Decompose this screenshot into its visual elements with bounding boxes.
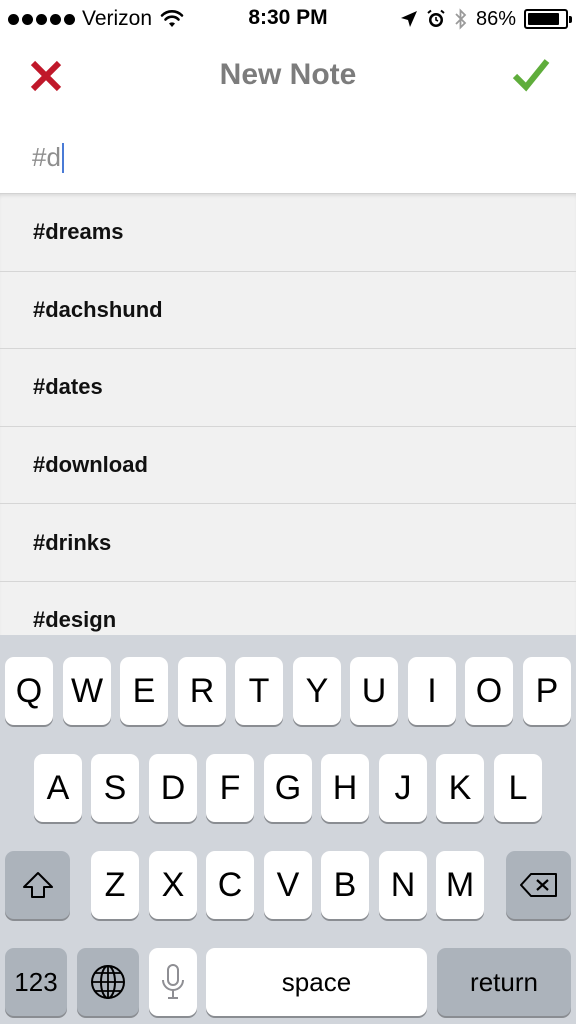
backspace-icon <box>519 873 557 897</box>
key-j[interactable]: J <box>379 754 427 822</box>
shift-icon <box>22 872 53 898</box>
return-key[interactable]: return <box>437 948 571 1016</box>
status-bar: Verizon 8:30 PM 86% <box>0 0 576 38</box>
key-y[interactable]: Y <box>293 657 341 725</box>
note-input-row[interactable]: #d <box>0 130 576 192</box>
page-title: New Note <box>219 58 357 91</box>
key-d[interactable]: D <box>149 754 197 822</box>
battery-percent: 86% <box>475 7 516 30</box>
suggestion-item[interactable]: #drinks <box>0 504 576 582</box>
key-q[interactable]: Q <box>5 657 53 725</box>
globe-key[interactable] <box>77 948 139 1016</box>
tag-suggestion-list: #dreams #dachshund #dates #download #dri… <box>0 193 576 635</box>
key-u[interactable]: U <box>350 657 398 725</box>
key-b[interactable]: B <box>321 851 369 919</box>
shift-key[interactable] <box>5 851 70 919</box>
key-o[interactable]: O <box>465 657 513 725</box>
microphone-icon <box>162 964 184 999</box>
key-g[interactable]: G <box>264 754 312 822</box>
location-arrow-icon <box>400 11 417 27</box>
numbers-key[interactable]: 123 <box>5 948 67 1016</box>
note-input[interactable]: #d <box>32 142 64 173</box>
status-right: 86% <box>400 6 572 32</box>
key-a[interactable]: A <box>34 754 82 822</box>
key-z[interactable]: Z <box>91 851 139 919</box>
suggestion-item[interactable]: #dreams <box>0 194 576 272</box>
key-x[interactable]: X <box>149 851 197 919</box>
battery-fill <box>528 13 559 25</box>
key-n[interactable]: N <box>379 851 427 919</box>
dictation-key[interactable] <box>149 948 197 1016</box>
key-t[interactable]: T <box>235 657 283 725</box>
delete-key[interactable] <box>506 851 571 919</box>
suggestion-item[interactable]: #dachshund <box>0 272 576 350</box>
key-w[interactable]: W <box>63 657 111 725</box>
keyboard: Q W E R T Y U I O P A S D F G H J K L Z … <box>0 635 576 1024</box>
space-key[interactable]: space <box>206 948 427 1016</box>
checkmark-icon[interactable] <box>512 56 550 94</box>
alarm-clock-icon <box>427 9 445 27</box>
note-input-text: #d <box>32 142 61 172</box>
suggestion-item[interactable]: #dates <box>0 349 576 427</box>
bluetooth-icon <box>455 8 467 30</box>
suggestion-item[interactable]: #download <box>0 427 576 505</box>
key-l[interactable]: L <box>494 754 542 822</box>
nav-bar: New Note <box>0 38 576 118</box>
key-f[interactable]: F <box>206 754 254 822</box>
key-k[interactable]: K <box>436 754 484 822</box>
key-s[interactable]: S <box>91 754 139 822</box>
key-m[interactable]: M <box>436 851 484 919</box>
key-c[interactable]: C <box>206 851 254 919</box>
key-i[interactable]: I <box>408 657 456 725</box>
suggestion-item[interactable]: #design <box>0 582 576 635</box>
key-p[interactable]: P <box>523 657 571 725</box>
globe-icon <box>91 965 125 999</box>
key-r[interactable]: R <box>178 657 226 725</box>
battery-icon <box>524 9 572 29</box>
key-v[interactable]: V <box>264 851 312 919</box>
key-e[interactable]: E <box>120 657 168 725</box>
key-h[interactable]: H <box>321 754 369 822</box>
text-caret <box>61 142 64 173</box>
